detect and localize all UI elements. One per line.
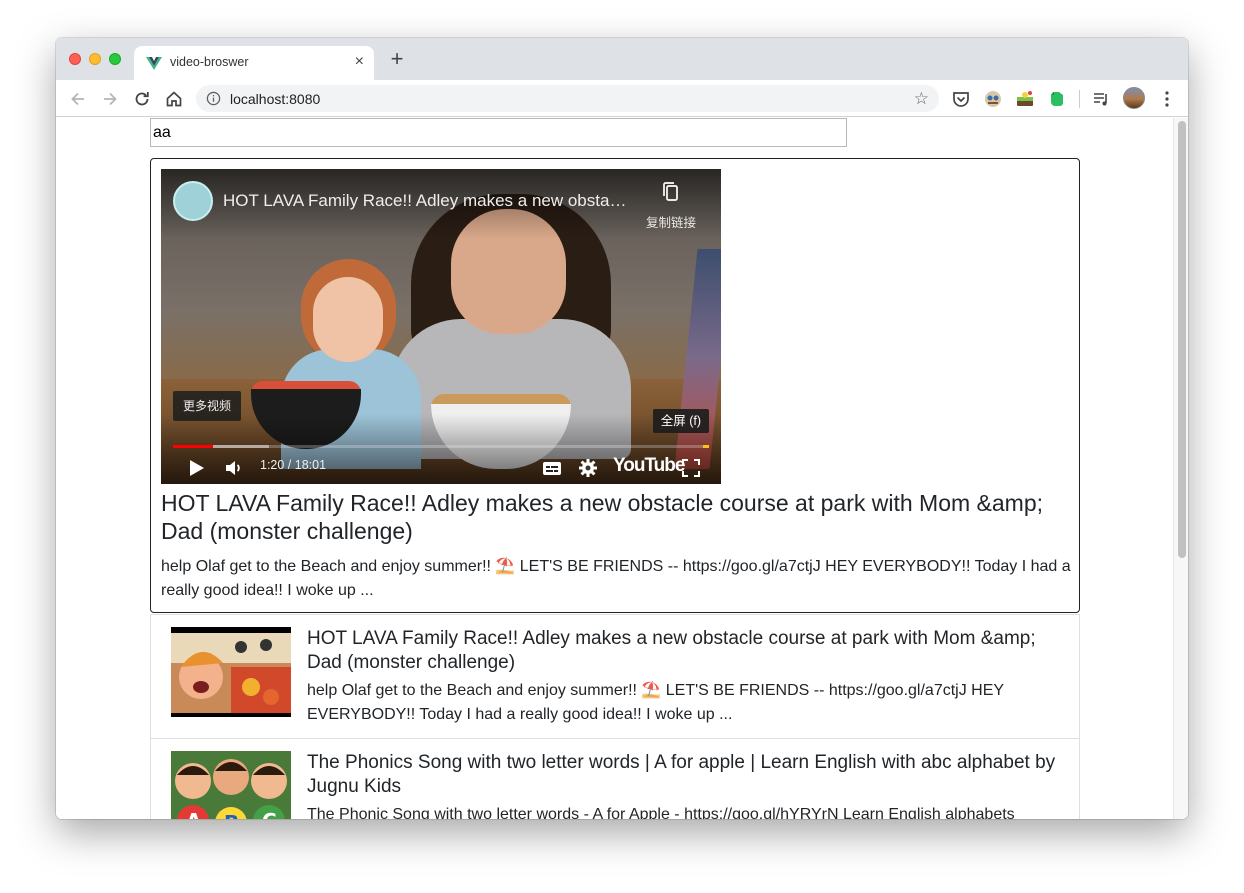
progress-played (173, 445, 213, 448)
tab-video-broswer[interactable]: video-broswer × (134, 46, 374, 80)
browser-window: video-broswer × + localhost:8080 ☆ aa HO… (56, 38, 1188, 819)
svg-text:C: C (262, 809, 277, 819)
list-item[interactable]: A B C The Phonics Song with two letter w… (150, 739, 1080, 819)
list-item-title[interactable]: The Phonics Song with two letter words |… (307, 751, 1067, 799)
detail-description: help Olaf get to the Beach and enjoy sum… (161, 558, 1071, 599)
toolbar-divider (1079, 90, 1080, 108)
menu-kebab-icon[interactable] (1157, 89, 1177, 109)
media-playlist-icon[interactable] (1091, 89, 1111, 109)
back-icon[interactable] (68, 89, 88, 109)
list-item[interactable]: HOT LAVA Family Race!! Adley makes a new… (150, 614, 1080, 739)
channel-avatar[interactable] (173, 181, 213, 221)
thumbnail-image (171, 627, 291, 717)
browser-toolbar: localhost:8080 ☆ (56, 80, 1188, 117)
page-content: HOT LAVA Family Race!! Adley makes a new… (56, 118, 1188, 819)
tab-title: video-broswer (170, 55, 249, 69)
pocket-icon[interactable] (951, 89, 971, 109)
detail-title: HOT LAVA Family Race!! Adley makes a new… (161, 490, 1044, 544)
time-display: 1:20 / 18:01 (260, 458, 327, 472)
settings-gear-icon[interactable] (577, 457, 599, 479)
progress-bar[interactable] (173, 445, 709, 448)
page-scrollbar[interactable] (1173, 118, 1188, 819)
list-item-title[interactable]: HOT LAVA Family Race!! Adley makes a new… (307, 627, 1067, 675)
youtube-player[interactable]: HOT LAVA Family Race!! Adley makes a new… (161, 169, 721, 484)
volume-icon[interactable] (223, 457, 245, 479)
url-text: localhost:8080 (230, 91, 321, 107)
info-icon[interactable] (206, 91, 221, 106)
extension-glasses-icon[interactable] (983, 89, 1003, 109)
vue-logo-icon (146, 57, 162, 70)
minimize-window-button[interactable] (89, 53, 101, 65)
scrollbar-thumb[interactable] (1178, 121, 1186, 558)
zoom-window-button[interactable] (109, 53, 121, 65)
video-frame-girl-face (313, 277, 383, 362)
player-video-title[interactable]: HOT LAVA Family Race!! Adley makes a new… (223, 191, 633, 211)
new-tab-button[interactable]: + (386, 48, 408, 70)
svg-text:B: B (224, 811, 239, 819)
forward-icon[interactable] (100, 89, 120, 109)
progress-segment-marker (703, 445, 709, 448)
search-input[interactable] (150, 118, 847, 147)
svg-text:A: A (186, 809, 202, 819)
fullscreen-icon[interactable] (680, 457, 702, 479)
copy-link-label: 复制链接 (645, 216, 696, 230)
more-videos-button[interactable]: 更多视频 (173, 391, 242, 421)
profile-avatar[interactable] (1123, 87, 1145, 109)
fullscreen-tooltip: 全屏 (f) (652, 409, 709, 433)
subtitles-icon[interactable] (541, 457, 563, 479)
close-window-button[interactable] (69, 53, 81, 65)
list-item-description: The Phonic Song with two letter words - … (307, 806, 1015, 819)
bookmark-star-icon[interactable]: ☆ (914, 89, 929, 109)
reload-icon[interactable] (132, 89, 152, 109)
address-bar[interactable]: localhost:8080 ☆ (196, 85, 939, 112)
copy-link-button[interactable]: 复制链接 (641, 181, 701, 231)
home-icon[interactable] (164, 89, 184, 109)
extension-grass-icon[interactable] (1015, 89, 1035, 109)
youtube-logo[interactable]: YouTube (613, 455, 685, 477)
evernote-icon[interactable] (1047, 89, 1067, 109)
video-thumbnail[interactable]: A B C (171, 751, 291, 819)
play-icon[interactable] (185, 457, 207, 479)
video-thumbnail[interactable] (171, 627, 291, 717)
video-detail: HOT LAVA Family Race!! Adley makes a new… (150, 158, 1080, 613)
list-item-description: help Olaf get to the Beach and enjoy sum… (307, 682, 1004, 723)
thumbnail-image: A B C (171, 751, 291, 819)
tab-strip: video-broswer × + (56, 38, 1188, 80)
tab-close-icon[interactable]: × (355, 53, 364, 71)
video-list: HOT LAVA Family Race!! Adley makes a new… (150, 614, 1080, 819)
copy-icon (663, 182, 678, 201)
